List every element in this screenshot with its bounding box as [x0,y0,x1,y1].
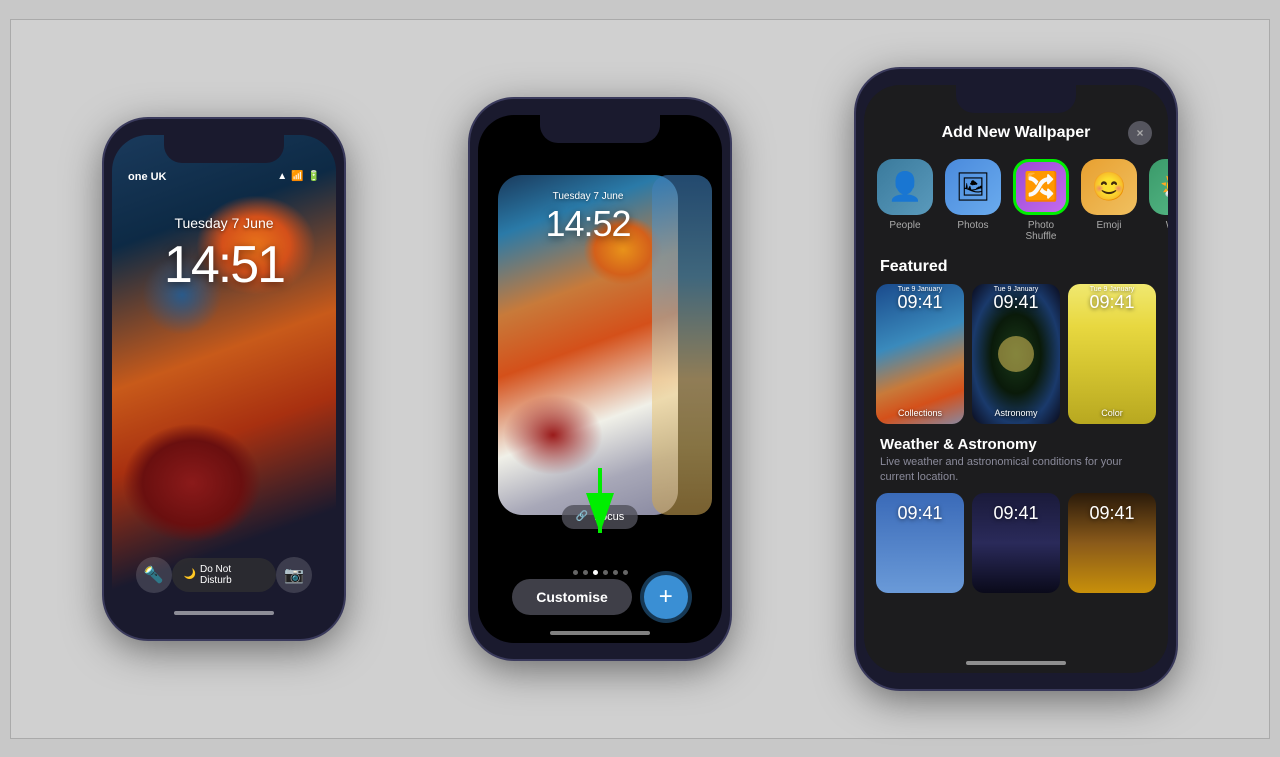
notch [164,135,284,163]
add-wallpaper-button[interactable]: + [644,575,688,619]
weather-thumb-3[interactable]: 09:41 [1068,493,1156,593]
phone3-frame: Add New Wallpaper × 👤 People 🖼 Ph [856,69,1176,689]
bg-blob-red [122,423,262,543]
wallpaper-card[interactable]: Tuesday 7 June 14:52 [498,175,678,515]
lockscreen-background: one UK ▲ 📶 🔋 Tuesday 7 June 14:51 🔦 🌙 [112,135,336,623]
weather-thumb-1[interactable]: 09:41 [876,493,964,593]
collections-time: 09:41 [876,292,964,313]
shuffle-emoji: 🔀 [1024,170,1059,203]
phone2-frame: Tuesday 7 June 14:52 🔗 Focus [470,99,730,659]
moon-icon: 🌙 [184,569,196,580]
phone3-screen: Add New Wallpaper × 👤 People 🖼 Ph [864,85,1168,673]
color-label: Color [1068,408,1156,418]
camera-icon: 📷 [284,565,304,585]
wtype-photos[interactable]: 🖼 Photos [944,159,1002,242]
customise-button[interactable]: Customise [512,579,632,615]
collections-thumb[interactable]: Tue 9 January 09:41 Collections [876,284,964,424]
weather-thumb-2[interactable]: 09:41 [972,493,1060,593]
photos-emoji: 🖼 [955,170,991,203]
photos-icon: 🖼 [945,159,1001,215]
notch2 [540,115,660,143]
wtype-shuffle[interactable]: 🔀 Photo Shuffle [1012,159,1070,242]
people-label: People [889,220,920,231]
wallpaper-card-bg: Tuesday 7 June 14:52 [498,175,678,515]
featured-thumbnails: Tue 9 January 09:41 Collections Tue 9 Ja… [864,284,1168,432]
lock-bottom-actions: 🔦 🌙 Do Not Disturb 📷 [112,557,336,593]
wc-date: Tuesday 7 June [498,191,678,202]
astronomy-thumb[interactable]: Tue 9 January 09:41 Astronomy [972,284,1060,424]
scene: one UK ▲ 📶 🔋 Tuesday 7 June 14:51 🔦 🌙 [10,19,1270,739]
green-arrow-annotation [570,468,630,553]
picker-background: Add New Wallpaper × 👤 People 🖼 Ph [864,85,1168,673]
emoji-icon: 😊 [1081,159,1137,215]
home-indicator [174,611,274,615]
home-indicator3 [966,661,1066,665]
color-time: 09:41 [1068,292,1156,313]
phone1-screen: one UK ▲ 📶 🔋 Tuesday 7 June 14:51 🔦 🌙 [112,135,336,623]
side-card [652,175,712,515]
lock-date: Tuesday 7 June [112,215,336,231]
featured-section-title: Featured [864,254,1168,284]
shuffle-label: Photo Shuffle [1012,220,1070,242]
battery-icon: 🔋 [308,171,320,182]
status-icons: ▲ 📶 🔋 [277,171,320,182]
weather-thumbnails: 09:41 09:41 09:41 [864,493,1168,593]
weather-icon: ⛅ [1149,159,1168,215]
dnd-label: Do Not Disturb [200,564,265,586]
wtype-emoji[interactable]: 😊 Emoji [1080,159,1138,242]
edit-bottom-bar: Customise + [478,575,722,619]
wtype-people[interactable]: 👤 People [876,159,934,242]
photos-label: Photos [957,220,988,231]
lock-time: 14:51 [112,235,336,295]
notch3 [956,85,1076,113]
torch-icon: 🔦 [144,565,164,585]
wifi-icon: 📶 [291,171,303,182]
signal-icon: ▲ [277,171,287,182]
weather-description: Live weather and astronomical conditions… [864,455,1168,494]
picker-close-button[interactable]: × [1128,121,1152,145]
carrier-label: one UK [128,171,167,183]
wallpaper-type-row: 👤 People 🖼 Photos 🔀 Phot [864,155,1168,254]
people-icon: 👤 [877,159,933,215]
emoji-label: Emoji [1096,220,1121,231]
people-emoji: 👤 [888,170,923,203]
phone1-frame: one UK ▲ 📶 🔋 Tuesday 7 June 14:51 🔦 🌙 [104,119,344,639]
wtype-weather[interactable]: ⛅ Weal [1148,159,1168,242]
phone2-screen: Tuesday 7 June 14:52 🔗 Focus [478,115,722,643]
status-bar: one UK ▲ 📶 🔋 [112,171,336,183]
weather-type-label: Weal [1166,220,1168,231]
emoji-emoji: 😊 [1092,170,1127,203]
collections-label: Collections [876,408,964,418]
astronomy-time: 09:41 [972,292,1060,313]
plus-icon: + [659,583,673,611]
dnd-button[interactable]: 🌙 Do Not Disturb [172,558,277,592]
torch-button[interactable]: 🔦 [136,557,172,593]
color-thumb[interactable]: Tue 9 January 09:41 Color [1068,284,1156,424]
weather-section-title: Weather & Astronomy [864,432,1168,455]
wt3-time: 09:41 [1068,503,1156,524]
wc-blob-red [503,395,603,475]
edit-background: Tuesday 7 June 14:52 🔗 Focus [478,115,722,643]
astronomy-label: Astronomy [972,408,1060,418]
shuffle-icon: 🔀 [1013,159,1069,215]
wt2-time: 09:41 [972,503,1060,524]
picker-title: Add New Wallpaper [904,124,1128,142]
weather-emoji: ⛅ [1160,170,1168,203]
wt1-time: 09:41 [876,503,964,524]
camera-button[interactable]: 📷 [276,557,312,593]
wc-time: 14:52 [498,203,678,245]
home-indicator2 [550,631,650,635]
